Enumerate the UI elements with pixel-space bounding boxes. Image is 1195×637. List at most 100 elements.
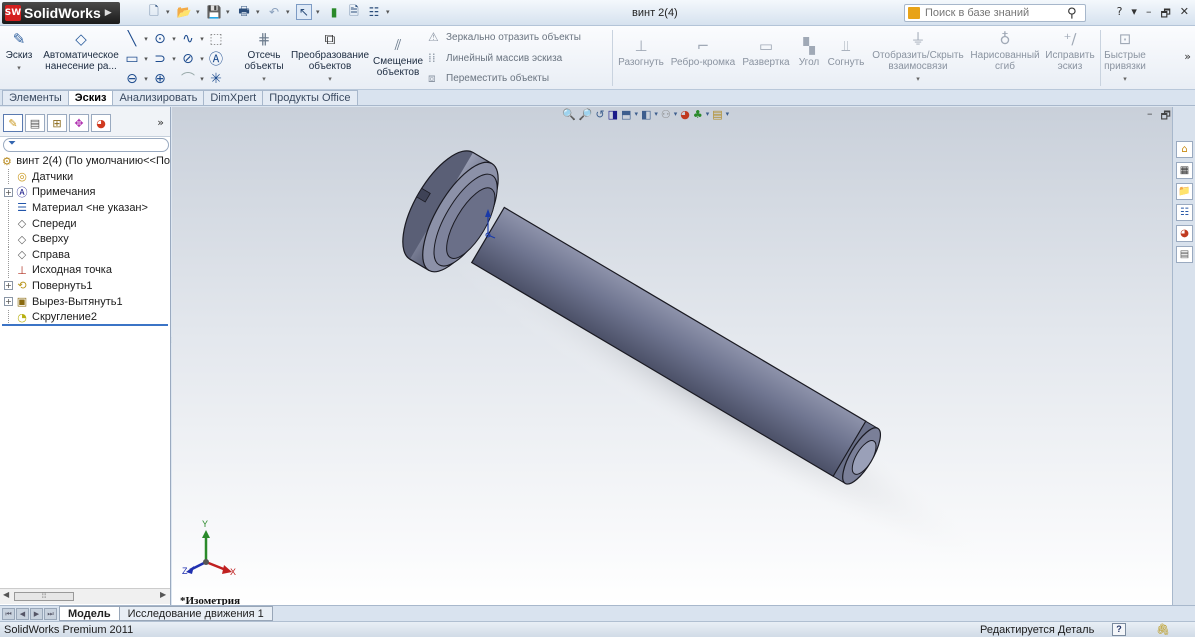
tree-item-sensors[interactable]: ◎ Датчики — [0, 169, 170, 185]
offset-entities-button[interactable]: ⫽ Смещение объектов — [373, 35, 423, 78]
first-tab-icon[interactable]: ⏮ — [2, 607, 15, 620]
linear-pattern-button[interactable]: ⁞⁞ Линейный массив эскиза — [428, 51, 562, 65]
move-entities-button[interactable]: ⧈ Переместить объекты — [428, 71, 549, 86]
save-icon[interactable]: 💾 — [206, 4, 222, 20]
prev-tab-icon[interactable]: ◀ — [16, 607, 29, 620]
scroll-left-icon[interactable]: ◀ — [3, 590, 9, 599]
rectangle-icon[interactable]: ▭ — [124, 51, 140, 67]
rollback-bar[interactable] — [2, 324, 168, 326]
search-input[interactable] — [925, 7, 1065, 19]
previous-view-icon[interactable]: ↺ — [595, 108, 604, 121]
file-explorer-icon[interactable]: 📁 — [1176, 183, 1193, 200]
edge-flange-button[interactable]: ⌐ Ребро-кромка — [670, 36, 736, 68]
spline-icon[interactable]: ∿ — [180, 31, 196, 47]
trim-entities-button[interactable]: ⋕ Отсечь объекты ▾ — [242, 29, 286, 85]
help-dropdown[interactable]: ▾ — [1131, 5, 1137, 24]
smart-dimension-button[interactable]: ◇ Автоматическое нанесение ра... — [40, 29, 122, 72]
tree-item-cut-extrude1[interactable]: + ▣ Вырез-Вытянуть1 — [0, 294, 170, 310]
fold-button[interactable]: ⫫ Согнуть — [826, 36, 866, 68]
tree-item-fillet2[interactable]: ◔ Скругление2 — [0, 309, 170, 325]
solidworks-resources-icon[interactable]: ⌂ — [1176, 141, 1193, 158]
tree-item-revolve1[interactable]: + ⟲ Повернуть1 — [0, 278, 170, 294]
tree-item-front-plane[interactable]: ◇ Спереди — [0, 216, 170, 232]
tree-item-right-plane[interactable]: ◇ Справа — [0, 247, 170, 263]
display-style-icon[interactable]: ◧ — [641, 108, 651, 121]
arc-icon[interactable]: ⊃ — [152, 51, 168, 67]
paperclip-icon[interactable]: 🖇 — [1156, 623, 1170, 636]
new-document-icon[interactable]: 🗋 — [146, 4, 162, 20]
quick-snaps-button[interactable]: ⊡ Быстрые привязки ▾ — [1102, 29, 1148, 85]
line-icon[interactable]: ╲ — [124, 31, 140, 47]
next-tab-icon[interactable]: ▶ — [30, 607, 43, 620]
last-tab-icon[interactable]: ⏭ — [44, 607, 57, 620]
convert-entities-button[interactable]: ⧉ Преобразование объектов ▾ — [290, 29, 370, 85]
tree-root-part[interactable]: ⚙ винт 2(4) (По умолчанию<<По — [0, 153, 170, 169]
tab-sketch[interactable]: Эскиз — [67, 90, 114, 105]
scroll-thumb[interactable]: ⦙⦙⦙ — [14, 592, 74, 601]
mirror-entities-button[interactable]: ⚠ Зеркально отразить объекты — [428, 30, 581, 44]
design-library-icon[interactable]: ▦ — [1176, 162, 1193, 179]
expand-icon[interactable]: + — [4, 187, 13, 197]
viewport-restore-icon[interactable]: 🗗 — [1160, 107, 1170, 126]
axis-triad[interactable] — [186, 530, 232, 574]
tree-item-material[interactable]: ☰ Материал <не указан> — [0, 200, 170, 216]
tree-item-annotations[interactable]: + Ⓐ Примечания — [0, 185, 170, 201]
edit-appearance-icon[interactable]: ◕ — [680, 108, 690, 121]
sketched-bend-button[interactable]: ♁ Нарисованный сгиб — [970, 29, 1040, 72]
tree-item-origin[interactable]: ⊥ Исходная точка — [0, 262, 170, 279]
tab-office-products[interactable]: Продукты Office — [262, 90, 358, 105]
tab-features[interactable]: Элементы — [2, 90, 69, 105]
rebuild-icon[interactable]: ▮ — [326, 4, 342, 20]
horizontal-scrollbar[interactable]: ◀ ⦙⦙⦙ ▶ — [0, 588, 170, 604]
more-commands-icon[interactable]: » — [1184, 50, 1191, 63]
file-properties-icon[interactable]: 🗎 — [346, 4, 362, 20]
apply-scene-icon[interactable]: ♣ — [693, 108, 703, 121]
sketch-button[interactable]: ✎ Эскиз ▾ — [4, 29, 34, 74]
more-tabs-icon[interactable]: » — [157, 114, 164, 136]
close-button[interactable]: ✕ — [1180, 5, 1189, 24]
repair-sketch-button[interactable]: ⁺∕ Исправить эскиз — [1042, 29, 1098, 72]
polygon-icon[interactable]: ⊕ — [152, 71, 168, 87]
dimxpert-manager-tab-icon[interactable]: ✥ — [69, 114, 89, 132]
corner-button[interactable]: ▚ Угол — [794, 36, 824, 68]
minimize-button[interactable]: – — [1146, 5, 1152, 24]
search-icon[interactable]: ⚲ — [1067, 6, 1077, 21]
screw-shaft[interactable] — [470, 206, 867, 478]
open-folder-icon[interactable]: 📂 — [176, 4, 192, 20]
expand-icon[interactable]: + — [4, 281, 13, 291]
custom-properties-icon[interactable]: ▤ — [1176, 246, 1193, 263]
status-help-button[interactable]: ? — [1112, 623, 1126, 636]
graphics-area[interactable]: Y X Z 🔍 🔎 ↺ ◨ ⬒▾ ◧▾ ⚇▾ ◕ ♣▾ ▤▾ – 🗗 ✕ *Из… — [172, 107, 1172, 605]
property-manager-tab-icon[interactable]: ▤ — [25, 114, 45, 132]
zoom-area-icon[interactable]: 🔎 — [579, 108, 593, 121]
tab-evaluate[interactable]: Анализировать — [112, 90, 205, 105]
unfold-button[interactable]: ⊥ Разогнуть — [616, 36, 666, 68]
configuration-manager-tab-icon[interactable]: ⊞ — [47, 114, 67, 132]
undo-icon[interactable]: ↶ — [266, 4, 282, 20]
view-settings-icon[interactable]: ▤ — [712, 108, 722, 121]
feature-manager-tab-icon[interactable]: ✎ — [3, 114, 23, 132]
hide-show-items-icon[interactable]: ⚇ — [661, 108, 671, 121]
expand-icon[interactable]: + — [4, 297, 13, 307]
text-icon[interactable]: Ⓐ — [208, 49, 224, 69]
section-view-icon[interactable]: ◨ — [608, 108, 618, 121]
text-box-icon[interactable]: ⬚ — [208, 31, 224, 47]
tab-model[interactable]: Модель — [59, 606, 120, 621]
slot-icon[interactable]: ⊖ — [124, 71, 140, 87]
print-icon[interactable]: 🖶 — [236, 4, 252, 20]
zoom-to-fit-icon[interactable]: 🔍 — [562, 108, 576, 121]
options-icon[interactable]: ☷ — [366, 4, 382, 20]
view-palette-icon[interactable]: ☷ — [1176, 204, 1193, 221]
tree-filter[interactable]: ⏷ — [3, 138, 169, 152]
display-manager-tab-icon[interactable]: ◕ — [91, 114, 111, 132]
flatten-button[interactable]: ▭ Развертка — [740, 36, 792, 68]
circle-icon[interactable]: ⊙ — [152, 31, 168, 47]
tab-motion-study[interactable]: Исследование движения 1 — [118, 606, 273, 621]
appearances-icon[interactable]: ◕ — [1176, 225, 1193, 242]
restore-button[interactable]: 🗗 — [1160, 5, 1170, 24]
view-orientation-icon[interactable]: ⬒ — [621, 108, 631, 121]
display-relations-button[interactable]: ⏚ Отобразить/Скрыть взаимосвязи ▾ — [870, 29, 966, 85]
scroll-right-icon[interactable]: ▶ — [160, 590, 166, 599]
viewport-minimize-icon[interactable]: – — [1147, 107, 1153, 126]
fillet-sketch-icon[interactable]: ⌒ — [180, 69, 196, 89]
